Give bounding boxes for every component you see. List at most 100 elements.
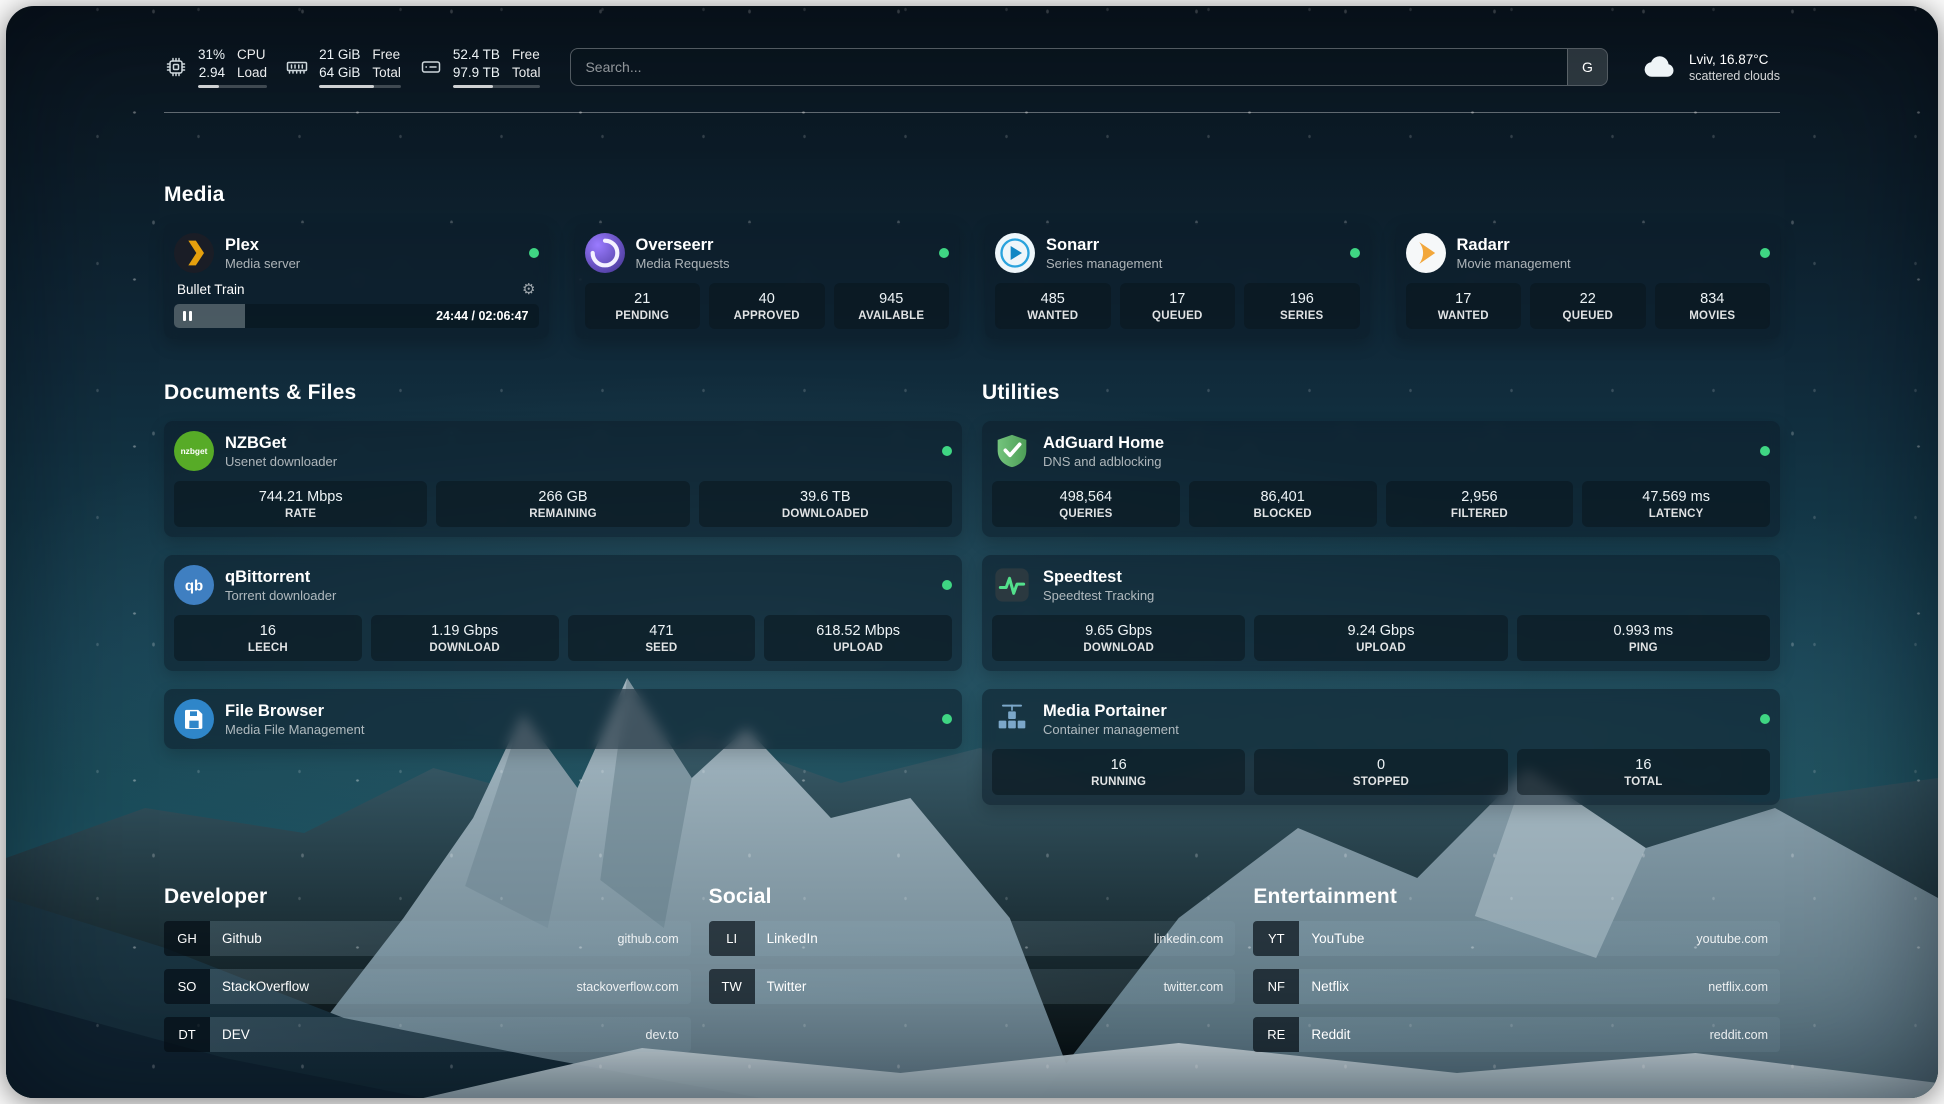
app-card-overseerr[interactable]: Overseerr Media Requests 21 PENDING 40 A… — [575, 223, 960, 339]
radarr-stat-wanted: 17 WANTED — [1406, 283, 1522, 329]
stat-value: 498,564 — [996, 489, 1176, 505]
speedtest-stat-upload: 9.24 Gbps UPLOAD — [1254, 615, 1507, 661]
gear-icon[interactable]: ⚙ — [522, 282, 535, 297]
app-name: Plex — [225, 236, 300, 255]
nzbget-stat-downloaded: 39.6 TB DOWNLOADED — [699, 481, 952, 527]
app-card-plex[interactable]: Plex Media server Bullet Train ⚙ 24:44 /… — [164, 223, 549, 339]
bookmark-name: Twitter — [767, 979, 807, 994]
bookmark-netflix[interactable]: NF Netflix netflix.com — [1253, 969, 1780, 1004]
app-name: Media Portainer — [1043, 702, 1179, 721]
nzbget-stat-remaining: 266 GB REMAINING — [436, 481, 689, 527]
bookmark-dev[interactable]: DT DEV dev.to — [164, 1017, 691, 1052]
search-provider-button[interactable]: G — [1567, 49, 1607, 85]
bookmark-linkedin[interactable]: LI LinkedIn linkedin.com — [709, 921, 1236, 956]
bookmark-url: dev.to — [646, 1028, 679, 1042]
filebrowser-icon — [174, 699, 214, 739]
disk-icon — [419, 55, 443, 79]
app-description: Container management — [1043, 722, 1179, 737]
stat-value: 17 — [1410, 291, 1518, 307]
disk-free-label: Free — [512, 46, 541, 64]
stackoverflow-abbr: SO — [164, 969, 210, 1004]
bookmark-name: Reddit — [1311, 1027, 1350, 1042]
sonarr-stat-wanted: 485 WANTED — [995, 283, 1111, 329]
sonarr-stat-queued: 17 QUEUED — [1120, 283, 1236, 329]
overseerr-stat-pending: 21 PENDING — [585, 283, 701, 329]
stat-label: BLOCKED — [1193, 508, 1373, 520]
stat-value: 0 — [1258, 757, 1503, 773]
app-name: Radarr — [1457, 236, 1571, 255]
overseerr-stat-approved: 40 APPROVED — [709, 283, 825, 329]
bookmark-stackoverflow[interactable]: SO StackOverflow stackoverflow.com — [164, 969, 691, 1004]
status-dot-online — [942, 580, 952, 590]
app-description: Media File Management — [225, 722, 364, 737]
app-description: Torrent downloader — [225, 588, 336, 603]
stat-label: LATENCY — [1586, 508, 1766, 520]
status-dot-online — [939, 248, 949, 258]
bookmark-url: linkedin.com — [1154, 932, 1223, 946]
speedtest-stat-ping: 0.993 ms PING — [1517, 615, 1770, 661]
stat-value: 1.19 Gbps — [375, 623, 555, 639]
search-bar: G — [570, 48, 1608, 86]
stat-value: 16 — [178, 623, 358, 639]
github-abbr: GH — [164, 921, 210, 956]
qbittorrent-icon: qb — [174, 565, 214, 605]
adguard-icon — [992, 431, 1032, 471]
bookmark-name: Github — [222, 931, 262, 946]
linkedin-abbr: LI — [709, 921, 755, 956]
section-title-utilities: Utilities — [982, 381, 1780, 405]
app-name: NZBGet — [225, 434, 337, 453]
app-description: Usenet downloader — [225, 454, 337, 469]
app-card-speedtest[interactable]: Speedtest Speedtest Tracking 9.65 Gbps D… — [982, 555, 1780, 671]
app-description: Series management — [1046, 256, 1162, 271]
netflix-abbr: NF — [1253, 969, 1299, 1004]
overseerr-icon — [585, 233, 625, 273]
youtube-abbr: YT — [1253, 921, 1299, 956]
bookmark-url: twitter.com — [1164, 980, 1224, 994]
weather-widget: Lviv, 16.87°C scattered clouds — [1642, 49, 1780, 85]
stat-label: UPLOAD — [768, 642, 948, 654]
portainer-stat-running: 16 RUNNING — [992, 749, 1245, 795]
disk-free-value: 52.4 TB — [453, 46, 500, 64]
stat-value: 16 — [996, 757, 1241, 773]
speedtest-icon — [992, 565, 1032, 605]
stat-label: DOWNLOAD — [996, 642, 1241, 654]
bookmark-reddit[interactable]: RE Reddit reddit.com — [1253, 1017, 1780, 1052]
app-card-adguard[interactable]: AdGuard Home DNS and adblocking 498,564 … — [982, 421, 1780, 537]
memory-free-label: Free — [372, 46, 401, 64]
nzbget-icon: nzbget — [174, 431, 214, 471]
bookmark-name: LinkedIn — [767, 931, 818, 946]
app-card-portainer[interactable]: Media Portainer Container management 16 … — [982, 689, 1780, 805]
search-input[interactable] — [571, 59, 1567, 75]
status-dot-online — [529, 248, 539, 258]
bookmark-youtube[interactable]: YT YouTube youtube.com — [1253, 921, 1780, 956]
stat-label: RUNNING — [996, 776, 1241, 788]
disk-usage-bar — [453, 85, 541, 88]
app-card-sonarr[interactable]: Sonarr Series management 485 WANTED 17 Q… — [985, 223, 1370, 339]
nzbget-stat-rate: 744.21 Mbps RATE — [174, 481, 427, 527]
adguard-stat-queries: 498,564 QUERIES — [992, 481, 1180, 527]
cloud-icon — [1642, 49, 1678, 85]
section-title-developer: Developer — [164, 885, 691, 909]
qbittorrent-stat-leech: 16 LEECH — [174, 615, 362, 661]
bookmark-github[interactable]: GH Github github.com — [164, 921, 691, 956]
radarr-icon — [1406, 233, 1446, 273]
dashboard: 31% 2.94 CPU Load — [6, 6, 1938, 1098]
bookmark-url: reddit.com — [1710, 1028, 1768, 1042]
status-dot-online — [942, 446, 952, 456]
disk-total-label: Total — [512, 64, 541, 82]
app-card-nzbget[interactable]: nzbget NZBGet Usenet downloader 744.21 M… — [164, 421, 962, 537]
stat-value: 9.24 Gbps — [1258, 623, 1503, 639]
stat-label: REMAINING — [440, 508, 685, 520]
sonarr-stat-series: 196 SERIES — [1244, 283, 1360, 329]
stat-value: 47.569 ms — [1586, 489, 1766, 505]
top-bar: 31% 2.94 CPU Load — [164, 6, 1780, 88]
app-name: Sonarr — [1046, 236, 1162, 255]
stat-label: PENDING — [589, 310, 697, 322]
bookmark-twitter[interactable]: TW Twitter twitter.com — [709, 969, 1236, 1004]
app-card-filebrowser[interactable]: File Browser Media File Management — [164, 689, 962, 749]
app-card-radarr[interactable]: Radarr Movie management 17 WANTED 22 QUE… — [1396, 223, 1781, 339]
memory-widget: 21 GiB 64 GiB Free Total — [285, 46, 401, 88]
stat-value: 744.21 Mbps — [178, 489, 423, 505]
header-divider — [164, 112, 1780, 113]
app-card-qbittorrent[interactable]: qb qBittorrent Torrent downloader 16 LEE… — [164, 555, 962, 671]
